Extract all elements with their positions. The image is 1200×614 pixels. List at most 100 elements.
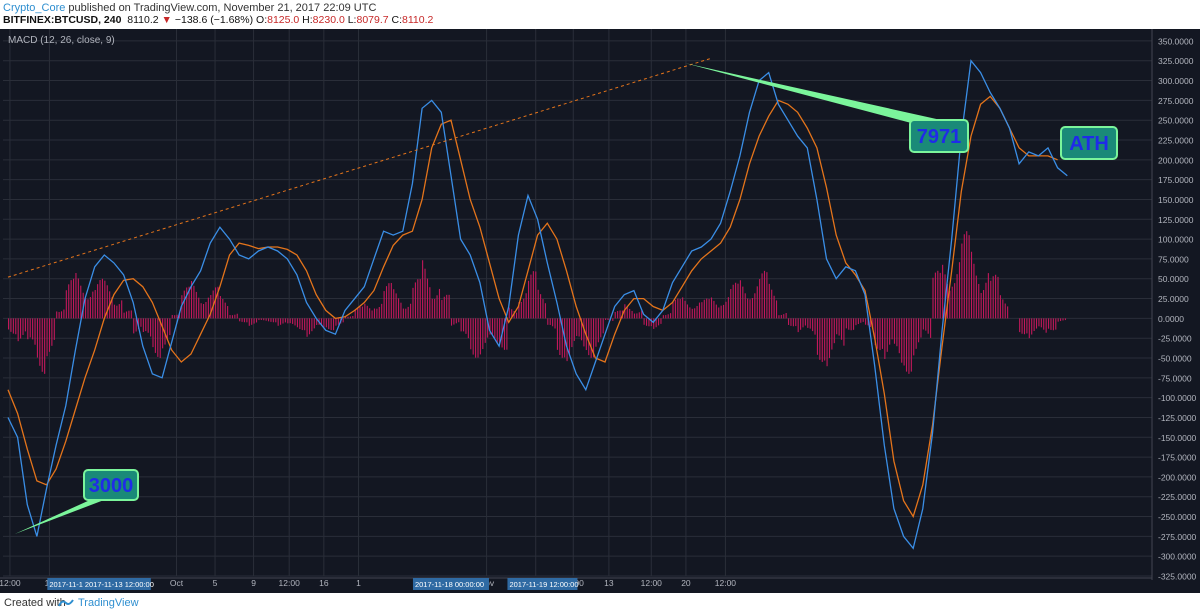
histogram-bar [1026, 318, 1028, 334]
histogram-bar [556, 318, 558, 350]
histogram-bar [393, 289, 395, 319]
histogram-bar [229, 315, 231, 319]
histogram-bar [879, 318, 881, 351]
x-tick-label: 5 [213, 578, 218, 588]
histogram-bar [443, 296, 445, 319]
author-link[interactable]: Crypto_Core [3, 2, 65, 14]
histogram-bar [364, 303, 366, 319]
macd-chart-svg[interactable]: 3000 7971 ATH 350.0000 325.0000 300.0000 275.… [0, 29, 1200, 593]
histogram-bar [323, 318, 325, 328]
histogram-bar [605, 318, 607, 320]
histogram-bar [694, 308, 696, 319]
x-tick-label: 16 [319, 578, 329, 588]
histogram-bar [554, 318, 556, 329]
tradingview-brand[interactable]: TradingView [78, 597, 139, 609]
histogram-bar [330, 318, 332, 331]
histogram-bar [995, 274, 997, 319]
histogram-bar [243, 318, 246, 323]
histogram-bar [458, 318, 460, 323]
x-tick-label: 20 [681, 578, 691, 588]
histogram-bar [701, 302, 703, 319]
histogram-bar [398, 298, 400, 319]
histogram-bar [908, 318, 910, 374]
y-tick-label: 200.0000 [1158, 155, 1194, 165]
histogram-bar [417, 279, 419, 319]
histogram-bar [949, 290, 951, 319]
histogram-bar [703, 299, 705, 319]
histogram-bar [573, 318, 575, 341]
histogram-bar [855, 318, 857, 326]
histogram-bar [349, 316, 351, 319]
histogram-bar [773, 295, 775, 319]
histogram-bar [780, 314, 782, 319]
histogram-bar [732, 284, 734, 319]
histogram-bar [1021, 318, 1023, 334]
y-tick-label: 100.0000 [1158, 235, 1194, 245]
created-with-text: Created with [4, 597, 66, 609]
histogram-bar [15, 318, 17, 335]
histogram-bar [547, 318, 549, 325]
y-tick-label: -75.0000 [1158, 373, 1192, 383]
histogram-bar [862, 318, 864, 322]
histogram-bar [853, 318, 855, 330]
y-tick-label: -225.0000 [1158, 492, 1197, 502]
histogram-bar [383, 291, 385, 319]
symbol-ohlc-line: BITFINEX:BTCUSD, 240 8110.2 ▼ −138.6 (−1… [3, 14, 433, 27]
histogram-bar [1033, 318, 1035, 332]
histogram-bar [32, 318, 34, 340]
histogram-bar [530, 274, 532, 319]
histogram-bar [568, 318, 571, 355]
histogram-bar [631, 310, 633, 319]
histogram-bar [1035, 318, 1038, 329]
histogram-bar [679, 299, 681, 319]
histogram-bar [684, 300, 686, 319]
histogram-bar [850, 318, 852, 331]
histogram-bar [289, 318, 291, 324]
histogram-bar [140, 318, 142, 327]
indicator-title: MACD (12, 26, close, 9) [8, 35, 115, 46]
histogram-bar [775, 300, 778, 319]
y-tick-label: 325.0000 [1158, 56, 1194, 66]
histogram-bar [922, 318, 924, 330]
histogram-bar [735, 282, 737, 319]
histogram-bar [251, 318, 253, 325]
histogram-bar [1048, 318, 1050, 329]
histogram-bar [162, 318, 164, 349]
histogram-bar [828, 318, 831, 358]
histogram-bar [465, 318, 467, 334]
histogram-bar [934, 272, 936, 319]
x-tick-label: 12:00 [641, 578, 663, 588]
histogram-bar [446, 294, 448, 319]
histogram-bar [985, 282, 987, 319]
histogram-bar [371, 310, 373, 319]
histogram-bar [802, 318, 804, 328]
histogram-bar [824, 318, 826, 361]
histogram-bar [306, 318, 308, 337]
histogram-bar [92, 291, 94, 319]
histogram-bar [405, 308, 407, 319]
histogram-bar [636, 313, 638, 319]
histogram-bar [508, 307, 510, 319]
histogram-bar [718, 307, 720, 319]
histogram-bar [537, 289, 539, 319]
histogram-bar [275, 318, 277, 323]
histogram-bar [426, 278, 428, 319]
histogram-bar [39, 318, 41, 366]
histogram-bar [898, 318, 900, 354]
histogram-bar [22, 318, 24, 335]
histogram-bar [12, 318, 14, 334]
macd-chart-panel[interactable]: 3000 7971 ATH 350.0000 325.0000 300.0000 275.… [0, 29, 1200, 593]
histogram-bar [744, 293, 746, 319]
histogram-bar [287, 318, 289, 324]
histogram-bar [484, 318, 486, 343]
histogram-bar [937, 270, 939, 319]
histogram-bar [905, 318, 908, 372]
histogram-bar [441, 299, 443, 319]
y-tick-label: -25.0000 [1158, 334, 1192, 344]
histogram-bar [973, 263, 975, 319]
histogram-bar [1004, 303, 1006, 319]
x-tick-label: 12:00 [715, 578, 737, 588]
histogram-bar [877, 318, 879, 349]
histogram-bar [927, 318, 929, 334]
y-tick-label: -125.0000 [1158, 413, 1197, 423]
